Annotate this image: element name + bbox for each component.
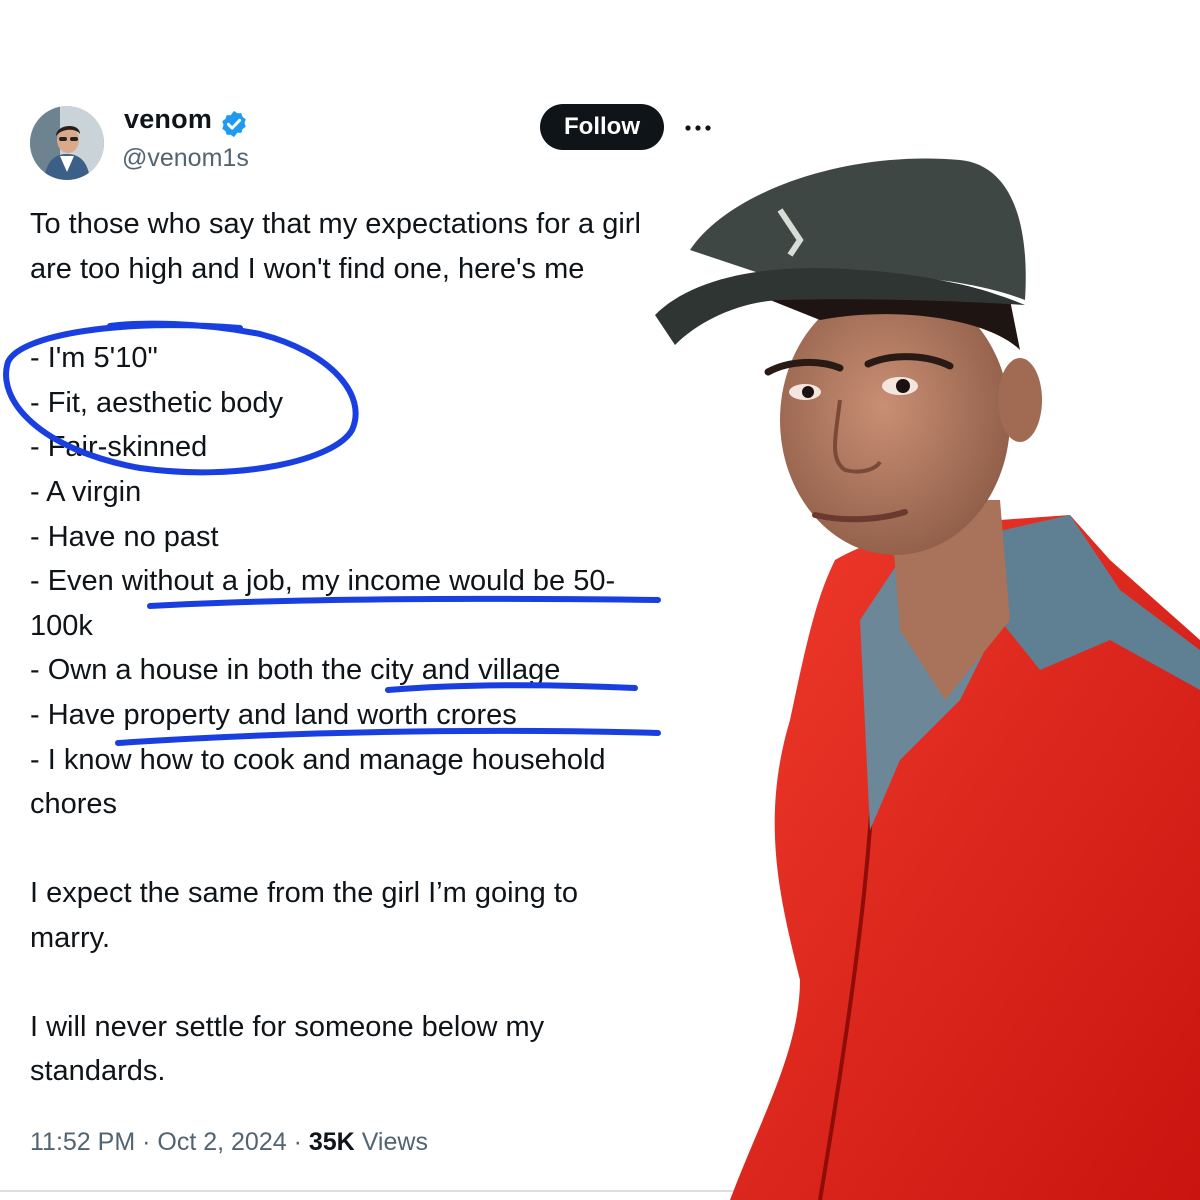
man-photo-cutout (655, 158, 1200, 1200)
tweet-screenshot: venom @venom1s Follow To those who say t… (0, 0, 1200, 1200)
